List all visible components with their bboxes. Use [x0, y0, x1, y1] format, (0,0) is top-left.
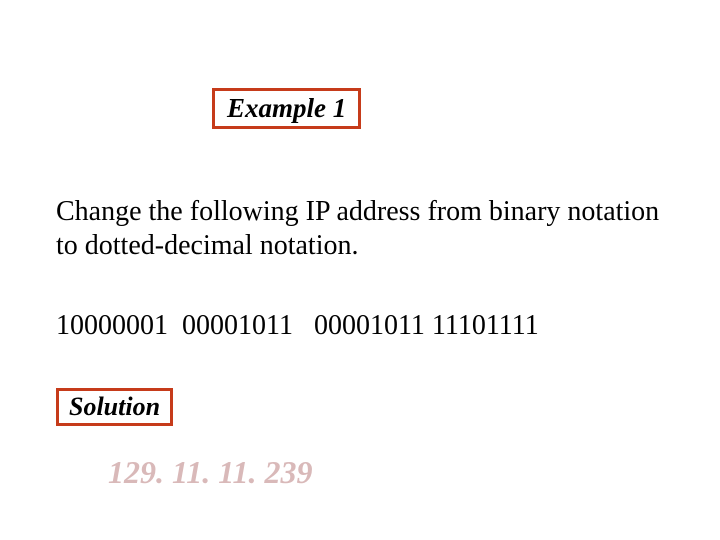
binary-ip-address: 10000001 00001011 00001011 11101111 [56, 310, 539, 342]
example-heading: Example 1 [227, 93, 346, 123]
solution-heading-box: Solution [56, 388, 173, 426]
solution-heading: Solution [69, 392, 160, 421]
example-heading-box: Example 1 [212, 88, 361, 129]
problem-statement: Change the following IP address from bin… [56, 195, 676, 262]
answer-value: 129. 11. 11. 239 [108, 454, 312, 491]
